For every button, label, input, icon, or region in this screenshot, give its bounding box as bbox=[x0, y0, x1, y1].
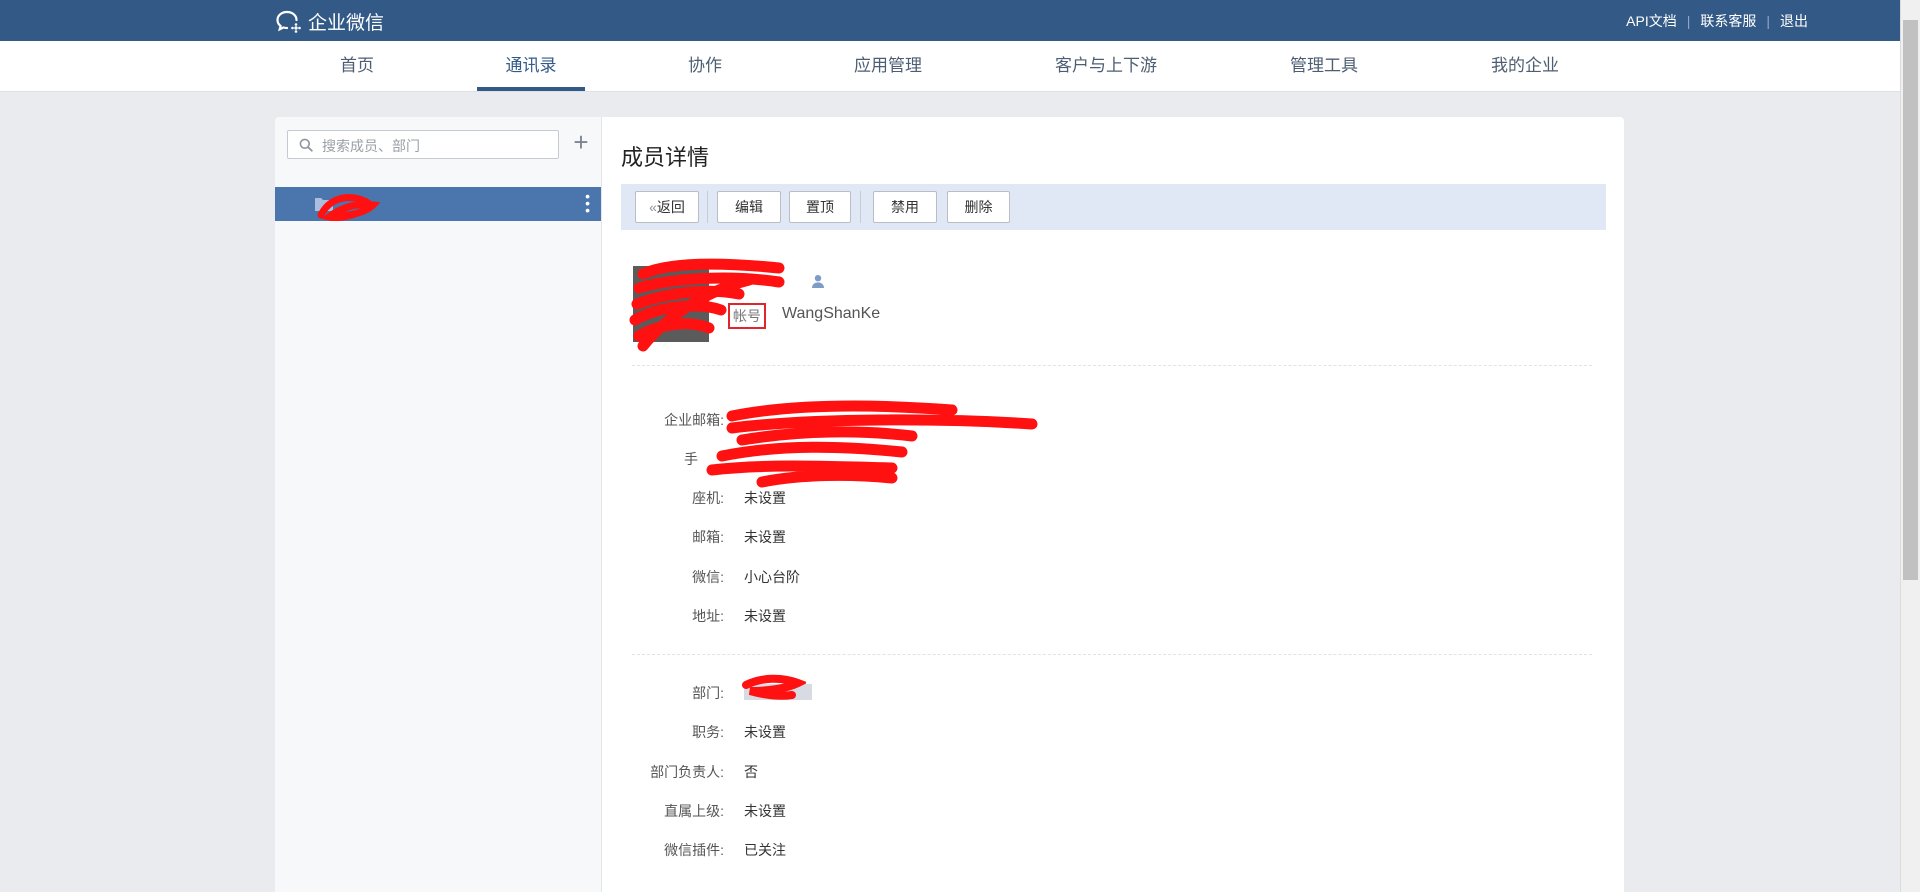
search-icon bbox=[299, 138, 313, 152]
search-input[interactable] bbox=[320, 134, 554, 158]
redaction-mark bbox=[629, 258, 785, 352]
position-label: 职务: bbox=[692, 724, 724, 740]
brand-logo[interactable]: 企业微信 bbox=[275, 8, 384, 35]
department-panel: + ••• bbox=[275, 117, 602, 892]
wechat-label: 微信: bbox=[692, 569, 724, 585]
contact-support-link[interactable]: 联系客服 bbox=[1700, 11, 1756, 31]
address-value: 未设置 bbox=[744, 608, 786, 624]
nav-collaboration[interactable]: 协作 bbox=[675, 41, 735, 91]
toolbar-divider bbox=[860, 191, 861, 223]
section-divider bbox=[632, 654, 1592, 655]
wecom-logo-icon bbox=[275, 9, 303, 35]
nav-home[interactable]: 首页 bbox=[327, 41, 387, 91]
scrollbar-thumb[interactable] bbox=[1903, 20, 1918, 580]
pin-button[interactable]: 置顶 bbox=[789, 191, 851, 223]
logout-link[interactable]: 退出 bbox=[1780, 11, 1808, 31]
search-box[interactable] bbox=[287, 130, 559, 159]
add-button[interactable]: + bbox=[570, 129, 592, 155]
department-head-value: 否 bbox=[744, 764, 758, 780]
page-scrollbar[interactable] bbox=[1900, 0, 1920, 892]
direct-supervisor-label: 直属上级: bbox=[664, 803, 724, 819]
person-icon bbox=[812, 275, 824, 288]
wechat-plugin-value: 已关注 bbox=[744, 842, 786, 858]
delete-button[interactable]: 删除 bbox=[947, 191, 1010, 223]
more-options-icon[interactable]: • • • bbox=[585, 189, 590, 217]
nav-customers-partners[interactable]: 客户与上下游 bbox=[1046, 41, 1166, 91]
edit-button[interactable]: 编辑 bbox=[717, 191, 781, 223]
double-chevron-left-icon: « bbox=[649, 199, 657, 215]
landline-value: 未设置 bbox=[744, 490, 786, 506]
page-title: 成员详情 bbox=[621, 145, 710, 170]
department-label: 部门: bbox=[692, 685, 724, 701]
nav-admin-tools[interactable]: 管理工具 bbox=[1283, 41, 1365, 91]
redaction-mark bbox=[742, 674, 806, 700]
top-bar: 企业微信 API文档 | 联系客服 | 退出 bbox=[0, 0, 1920, 41]
nav-my-enterprise[interactable]: 我的企业 bbox=[1480, 41, 1570, 91]
disable-button[interactable]: 禁用 bbox=[873, 191, 937, 223]
address-label: 地址: bbox=[692, 608, 724, 624]
landline-label: 座机: bbox=[692, 490, 724, 506]
redaction-mark bbox=[317, 194, 381, 221]
main-nav: 首页 通讯录 协作 应用管理 客户与上下游 管理工具 我的企业 bbox=[0, 41, 1900, 92]
mobile-label: 手 bbox=[684, 451, 698, 467]
member-detail-panel: 成员详情 «返回 编辑 置顶 禁用 删除 帐号 WangShanKe 企业邮箱:… bbox=[602, 117, 1624, 892]
action-toolbar: «返回 编辑 置顶 禁用 删除 bbox=[621, 184, 1606, 230]
back-button[interactable]: «返回 bbox=[635, 191, 699, 223]
department-head-label: 部门负责人: bbox=[650, 764, 724, 780]
nav-contacts[interactable]: 通讯录 bbox=[477, 41, 585, 91]
department-tree-item[interactable]: • • • bbox=[275, 187, 601, 221]
api-docs-link[interactable]: API文档 bbox=[1626, 11, 1677, 31]
email-label: 邮箱: bbox=[692, 529, 724, 545]
wechat-value: 小心台阶 bbox=[744, 569, 800, 585]
brand-name: 企业微信 bbox=[308, 13, 385, 34]
nav-app-management[interactable]: 应用管理 bbox=[838, 41, 938, 91]
email-value: 未设置 bbox=[744, 529, 786, 545]
toolbar-divider bbox=[707, 191, 708, 223]
wechat-plugin-label: 微信插件: bbox=[664, 842, 724, 858]
link-divider: | bbox=[1686, 13, 1691, 29]
link-divider: | bbox=[1766, 13, 1770, 29]
redaction-mark bbox=[706, 400, 1038, 488]
direct-supervisor-value: 未设置 bbox=[744, 803, 786, 819]
top-links: API文档 | 联系客服 | 退出 bbox=[1626, 11, 1808, 31]
position-value: 未设置 bbox=[744, 724, 786, 740]
section-divider bbox=[632, 365, 1592, 366]
